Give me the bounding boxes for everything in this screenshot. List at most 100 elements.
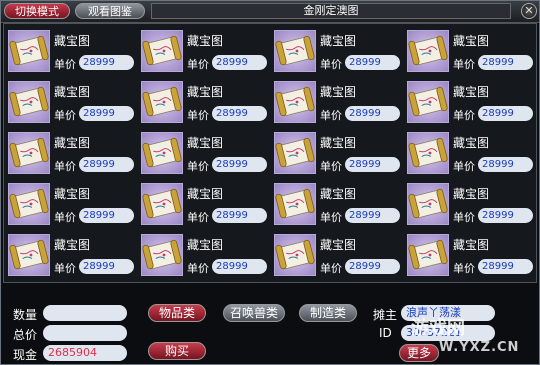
treasure-map-icon[interactable] [274, 81, 316, 123]
unit-price-label: 单价 [187, 109, 209, 122]
item-cell[interactable]: 藏宝图 单价 28999 [6, 78, 136, 128]
item-name: 藏宝图 [54, 136, 91, 150]
unit-price-value: 28999 [478, 208, 533, 223]
item-cell[interactable]: 藏宝图 单价 28999 [405, 231, 535, 281]
item-name: 藏宝图 [320, 136, 357, 150]
unit-price-label: 单价 [453, 109, 475, 122]
category-craft-button[interactable]: 制造类 [299, 304, 357, 322]
item-cell[interactable]: 藏宝图 单价 28999 [139, 78, 269, 128]
total-price-field [43, 325, 127, 341]
title-bar: 切换模式 观看图鉴 金刚定澳图 ✕ [1, 1, 539, 23]
item-grid: 藏宝图 单价 28999 藏宝图 单价 28999 藏宝图 单价 28999 藏… [3, 23, 537, 283]
unit-price-label: 单价 [320, 211, 342, 224]
item-cell[interactable]: 藏宝图 单价 28999 [139, 27, 269, 77]
item-cell[interactable]: 藏宝图 单价 28999 [6, 27, 136, 77]
treasure-map-icon[interactable] [407, 30, 449, 72]
category-goods-button[interactable]: 物品类 [148, 304, 206, 322]
window-title: 金刚定澳图 [151, 3, 511, 19]
item-name: 藏宝图 [320, 85, 357, 99]
quantity-input[interactable] [43, 305, 127, 321]
buy-button[interactable]: 购买 [148, 342, 206, 360]
stall-window: 切换模式 观看图鉴 金刚定澳图 ✕ 藏宝图 单价 28999 藏宝图 单价 28… [0, 0, 540, 365]
treasure-map-icon[interactable] [8, 30, 50, 72]
item-name: 藏宝图 [320, 238, 357, 252]
item-name: 藏宝图 [320, 187, 357, 201]
item-name: 藏宝图 [187, 85, 224, 99]
treasure-map-icon[interactable] [141, 81, 183, 123]
unit-price-value: 28999 [79, 259, 134, 274]
item-cell[interactable]: 藏宝图 单价 28999 [6, 129, 136, 179]
item-cell[interactable]: 藏宝图 单价 28999 [272, 231, 402, 281]
unit-price-value: 28999 [79, 106, 134, 121]
treasure-map-icon[interactable] [274, 30, 316, 72]
view-catalog-button[interactable]: 观看图鉴 [75, 3, 145, 19]
watermark: 游戏网 W.YXZ.CN [411, 314, 539, 362]
treasure-map-icon[interactable] [274, 183, 316, 225]
item-cell[interactable]: 藏宝图 单价 28999 [405, 180, 535, 230]
treasure-map-icon[interactable] [141, 183, 183, 225]
treasure-map-icon[interactable] [8, 234, 50, 276]
treasure-map-icon[interactable] [141, 234, 183, 276]
item-cell[interactable]: 藏宝图 单价 28999 [272, 27, 402, 77]
treasure-map-icon[interactable] [8, 183, 50, 225]
cash-field: 2685904 [43, 345, 127, 361]
unit-price-value: 28999 [212, 259, 267, 274]
item-name: 藏宝图 [453, 85, 490, 99]
unit-price-value: 28999 [212, 157, 267, 172]
treasure-map-icon[interactable] [8, 132, 50, 174]
item-cell[interactable]: 藏宝图 单价 28999 [272, 129, 402, 179]
switch-mode-button[interactable]: 切换模式 [4, 3, 70, 19]
treasure-map-icon[interactable] [407, 183, 449, 225]
item-cell[interactable]: 藏宝图 单价 28999 [405, 78, 535, 128]
close-icon[interactable]: ✕ [521, 3, 537, 19]
unit-price-label: 单价 [320, 262, 342, 275]
category-summon-button[interactable]: 召唤兽类 [223, 304, 285, 322]
item-cell[interactable]: 藏宝图 单价 28999 [6, 231, 136, 281]
item-cell[interactable]: 藏宝图 单价 28999 [405, 27, 535, 77]
treasure-map-icon[interactable] [141, 30, 183, 72]
unit-price-value: 28999 [79, 208, 134, 223]
treasure-map-icon[interactable] [407, 234, 449, 276]
item-name: 藏宝图 [320, 34, 357, 48]
unit-price-label: 单价 [187, 262, 209, 275]
item-cell[interactable]: 藏宝图 单价 28999 [139, 231, 269, 281]
item-cell[interactable]: 藏宝图 单价 28999 [139, 180, 269, 230]
total-price-label: 总价 [13, 328, 38, 342]
unit-price-value: 28999 [79, 55, 134, 70]
unit-price-value: 28999 [345, 259, 400, 274]
watermark-url: W.YXZ.CN [439, 340, 520, 355]
unit-price-value: 28999 [478, 55, 533, 70]
unit-price-value: 28999 [345, 157, 400, 172]
item-name: 藏宝图 [187, 136, 224, 150]
unit-price-label: 单价 [187, 58, 209, 71]
item-name: 藏宝图 [187, 34, 224, 48]
item-name: 藏宝图 [54, 85, 91, 99]
unit-price-label: 单价 [320, 58, 342, 71]
treasure-map-icon[interactable] [407, 132, 449, 174]
item-cell[interactable]: 藏宝图 单价 28999 [6, 180, 136, 230]
treasure-map-icon[interactable] [274, 234, 316, 276]
unit-price-label: 单价 [54, 160, 76, 173]
treasure-map-icon[interactable] [407, 81, 449, 123]
treasure-map-icon[interactable] [274, 132, 316, 174]
unit-price-label: 单价 [54, 262, 76, 275]
item-cell[interactable]: 藏宝图 单价 28999 [405, 129, 535, 179]
item-name: 藏宝图 [187, 238, 224, 252]
unit-price-label: 单价 [54, 109, 76, 122]
item-cell[interactable]: 藏宝图 单价 28999 [272, 78, 402, 128]
unit-price-label: 单价 [453, 58, 475, 71]
unit-price-value: 28999 [212, 106, 267, 121]
treasure-map-icon[interactable] [8, 81, 50, 123]
item-name: 藏宝图 [54, 34, 91, 48]
item-cell[interactable]: 藏宝图 单价 28999 [139, 129, 269, 179]
unit-price-label: 单价 [54, 58, 76, 71]
owner-label: 摊主 [373, 308, 398, 322]
treasure-map-icon[interactable] [141, 132, 183, 174]
item-name: 藏宝图 [453, 187, 490, 201]
unit-price-label: 单价 [320, 160, 342, 173]
cash-label: 现金 [13, 348, 38, 362]
item-cell[interactable]: 藏宝图 单价 28999 [272, 180, 402, 230]
item-name: 藏宝图 [54, 187, 91, 201]
unit-price-label: 单价 [320, 109, 342, 122]
unit-price-label: 单价 [54, 211, 76, 224]
